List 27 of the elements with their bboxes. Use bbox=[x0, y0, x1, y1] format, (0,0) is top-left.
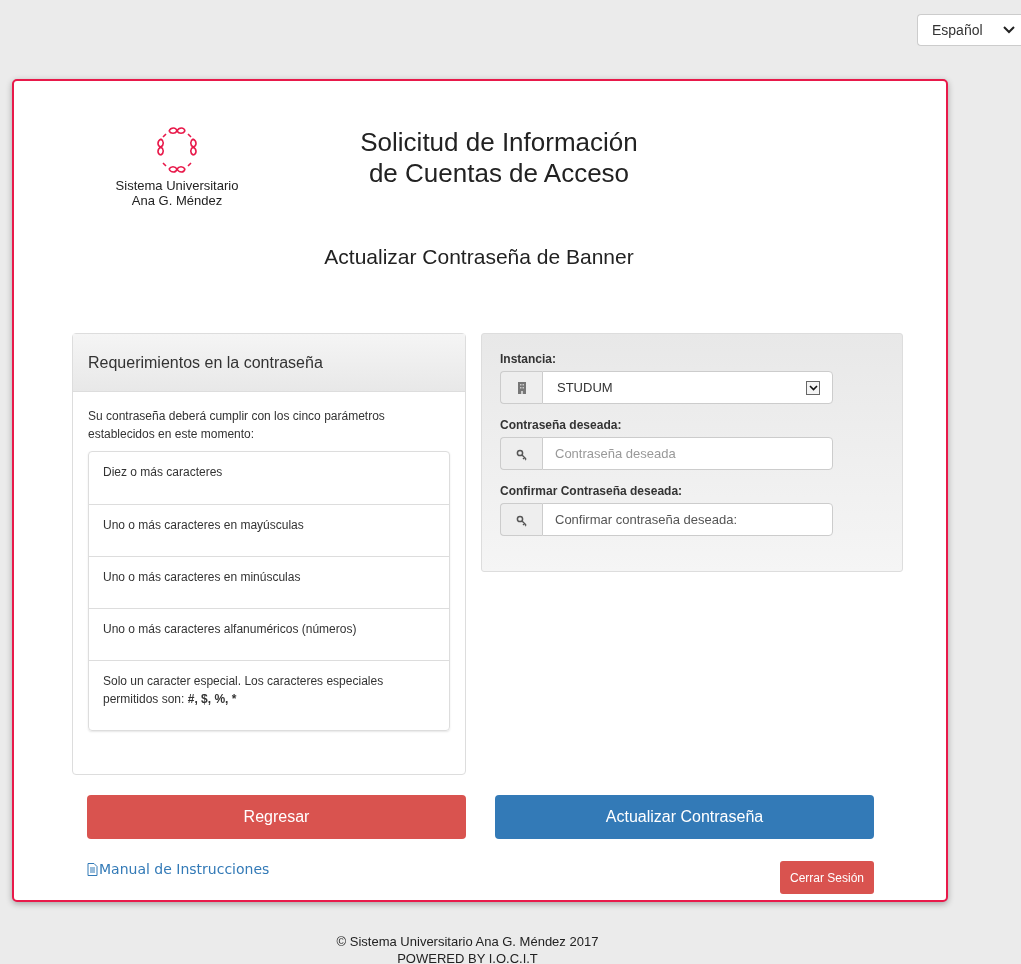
manual-link[interactable]: Manual de Instrucciones bbox=[87, 861, 270, 877]
chevron-down-icon bbox=[1003, 26, 1015, 34]
field-label: Confirmar Contraseña deseada: bbox=[500, 484, 683, 498]
update-password-button[interactable]: Actualizar Contraseña bbox=[495, 795, 874, 839]
language-select[interactable]: Español bbox=[917, 14, 1021, 46]
requirement-item: Uno o más caracteres en mayúsculas bbox=[89, 504, 449, 556]
panel-heading: Requerimientos en la contraseña bbox=[73, 334, 465, 392]
building-icon bbox=[515, 380, 528, 395]
logo-icon bbox=[155, 125, 199, 175]
field-label: Instancia: bbox=[500, 352, 556, 366]
requirement-item: Diez o más caracteres bbox=[102, 464, 224, 481]
logout-button[interactable]: Cerrar Sesión bbox=[779, 861, 874, 894]
requirement-item: Solo un caracter especial. Los caracteres especiales permitidos son: #, $, %, * bbox=[89, 660, 449, 730]
footer-text: POWERED BY I.O.C.I.T bbox=[397, 950, 538, 964]
field-label: Contraseña deseada: bbox=[500, 418, 622, 432]
requirement-item: Uno o más caracteres alfanuméricos (números) bbox=[89, 608, 449, 660]
footer-text: © Sistema Universitario Ana G. Méndez 2017 bbox=[336, 933, 599, 950]
back-button[interactable]: Regresar bbox=[87, 795, 466, 839]
password-field[interactable]: Confirmar contraseña deseada: bbox=[542, 503, 833, 536]
logo-caption: Sistema Universitario Ana G. Méndez bbox=[115, 178, 239, 208]
requirement-item: Uno o más caracteres en minúsculas bbox=[89, 556, 449, 608]
password-field[interactable]: Contraseña deseada bbox=[542, 437, 833, 470]
document-icon bbox=[87, 862, 98, 876]
instance-select[interactable]: STUDUM bbox=[542, 371, 833, 404]
page-subtitle: Actualizar Contraseña de Banner bbox=[323, 245, 635, 269]
page-title: Solicitud de Información de Cuentas de Acceso bbox=[359, 127, 639, 190]
intro-text: Su contraseña deberá cumplir con los cinco parámetros establecidos en este momento: bbox=[87, 408, 386, 443]
